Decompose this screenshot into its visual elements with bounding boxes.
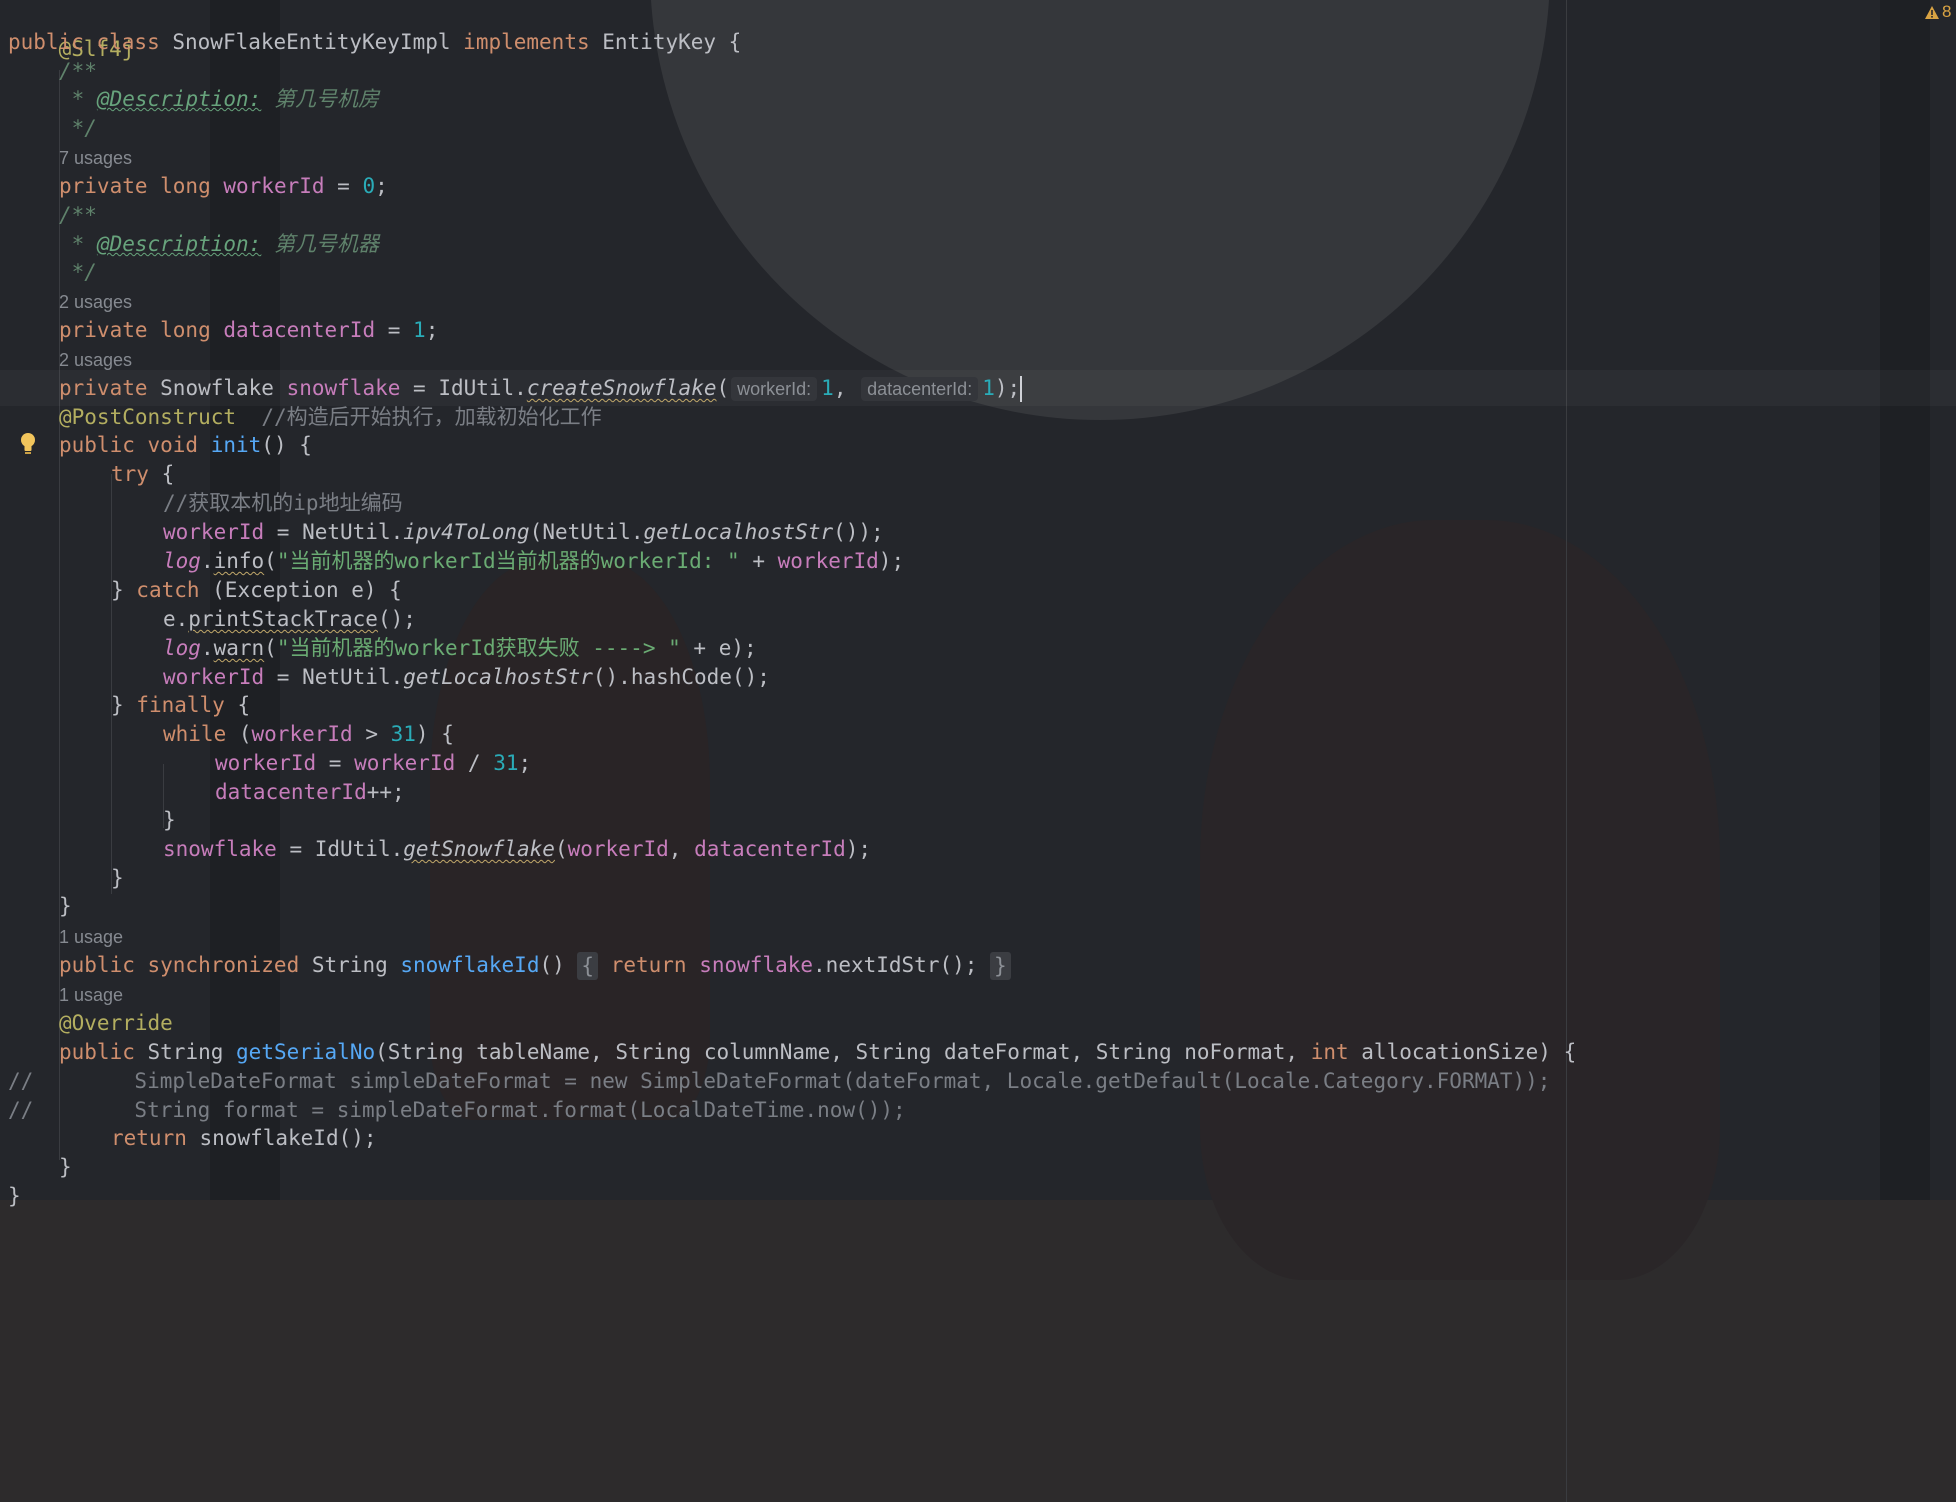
code-text: private long datacenterId = 1; xyxy=(59,318,439,342)
code-text: * @Description: 第几号机器 xyxy=(59,232,379,256)
param-hint: workerId: xyxy=(731,377,818,401)
code-line: public synchronized String snowflakeId()… xyxy=(59,947,1011,983)
code-text: /** xyxy=(59,59,97,83)
code-line: } xyxy=(111,860,124,896)
code-text: } xyxy=(8,1184,21,1208)
code-text: // SimpleDateFormat simpleDateFormat = n… xyxy=(8,1069,1551,1093)
folded-region[interactable]: } xyxy=(990,952,1011,980)
code-text: try { xyxy=(111,462,175,486)
code-text: workerId = NetUtil.getLocalhostStr().has… xyxy=(163,665,770,689)
code-line: * @Description: 第几号机器 xyxy=(59,226,379,262)
code-text: @PostConstruct //构造后开始执行，加载初始化工作 xyxy=(59,405,602,429)
code-text: @Override xyxy=(59,1011,173,1035)
code-text: */ xyxy=(59,260,97,284)
code-text: private long workerId = 0; xyxy=(59,174,388,198)
code-line: * @Description: 第几号机房 xyxy=(59,81,379,117)
code-text: public void init() { xyxy=(59,433,312,457)
code-text: private Snowflake snowflake = IdUtil.cre… xyxy=(59,376,1023,402)
warning-icon xyxy=(1925,5,1939,19)
code-line: } xyxy=(8,1178,21,1214)
code-text: log.info("当前机器的workerId当前机器的workerId: " … xyxy=(163,549,905,573)
code-text: snowflake = IdUtil.getSnowflake(workerId… xyxy=(163,837,872,861)
code-text: workerId = NetUtil.ipv4ToLong(NetUtil.ge… xyxy=(163,520,884,544)
code-line: private long workerId = 0; xyxy=(59,168,388,204)
code-text: //获取本机的ip地址编码 xyxy=(163,491,403,515)
code-text: * @Description: 第几号机房 xyxy=(59,87,379,111)
code-text: } xyxy=(59,1155,72,1179)
code-text: /** xyxy=(59,203,97,227)
code-text: public String getSerialNo(String tableNa… xyxy=(59,1040,1577,1064)
warning-count: 8 xyxy=(1942,2,1952,21)
code-line: public class SnowFlakeEntityKeyImpl impl… xyxy=(8,24,741,60)
lightbulb-icon[interactable] xyxy=(18,431,38,457)
code-text: // String format = simpleDateFormat.form… xyxy=(8,1098,906,1122)
code-line: datacenterId++; xyxy=(215,774,405,810)
folded-region[interactable]: { xyxy=(577,952,599,980)
code-editor[interactable]: @Slf4j public class SnowFlakeEntityKeyIm… xyxy=(0,0,1956,1502)
code-line: return snowflakeId(); xyxy=(111,1120,377,1156)
code-text: log.warn("当前机器的workerId获取失败 ----> " + e)… xyxy=(163,636,757,660)
code-text: } catch (Exception e) { xyxy=(111,578,402,602)
code-text: public synchronized String snowflakeId()… xyxy=(59,952,1011,980)
code-text: e.printStackTrace(); xyxy=(163,607,416,631)
code-text: } xyxy=(163,808,176,832)
code-text: workerId = workerId / 31; xyxy=(215,751,532,775)
code-text: } finally { xyxy=(111,693,251,717)
code-line: } xyxy=(59,1149,72,1185)
text-caret xyxy=(1020,376,1023,402)
code-line: workerId = NetUtil.getLocalhostStr().has… xyxy=(163,659,770,695)
code-text: datacenterId++; xyxy=(215,780,405,804)
code-line: public void init() { xyxy=(59,427,312,463)
code-text: } xyxy=(111,866,124,890)
warning-indicator[interactable]: 8 xyxy=(1924,2,1951,22)
code-text: while (workerId > 31) { xyxy=(163,722,454,746)
code-line: snowflake = IdUtil.getSnowflake(workerId… xyxy=(163,831,871,867)
code-text: } xyxy=(59,894,72,918)
code-text: public class SnowFlakeEntityKeyImpl impl… xyxy=(8,30,742,54)
code-text: return snowflakeId(); xyxy=(111,1126,377,1150)
code-text: */ xyxy=(59,116,97,140)
param-hint: datacenterId: xyxy=(861,377,979,401)
